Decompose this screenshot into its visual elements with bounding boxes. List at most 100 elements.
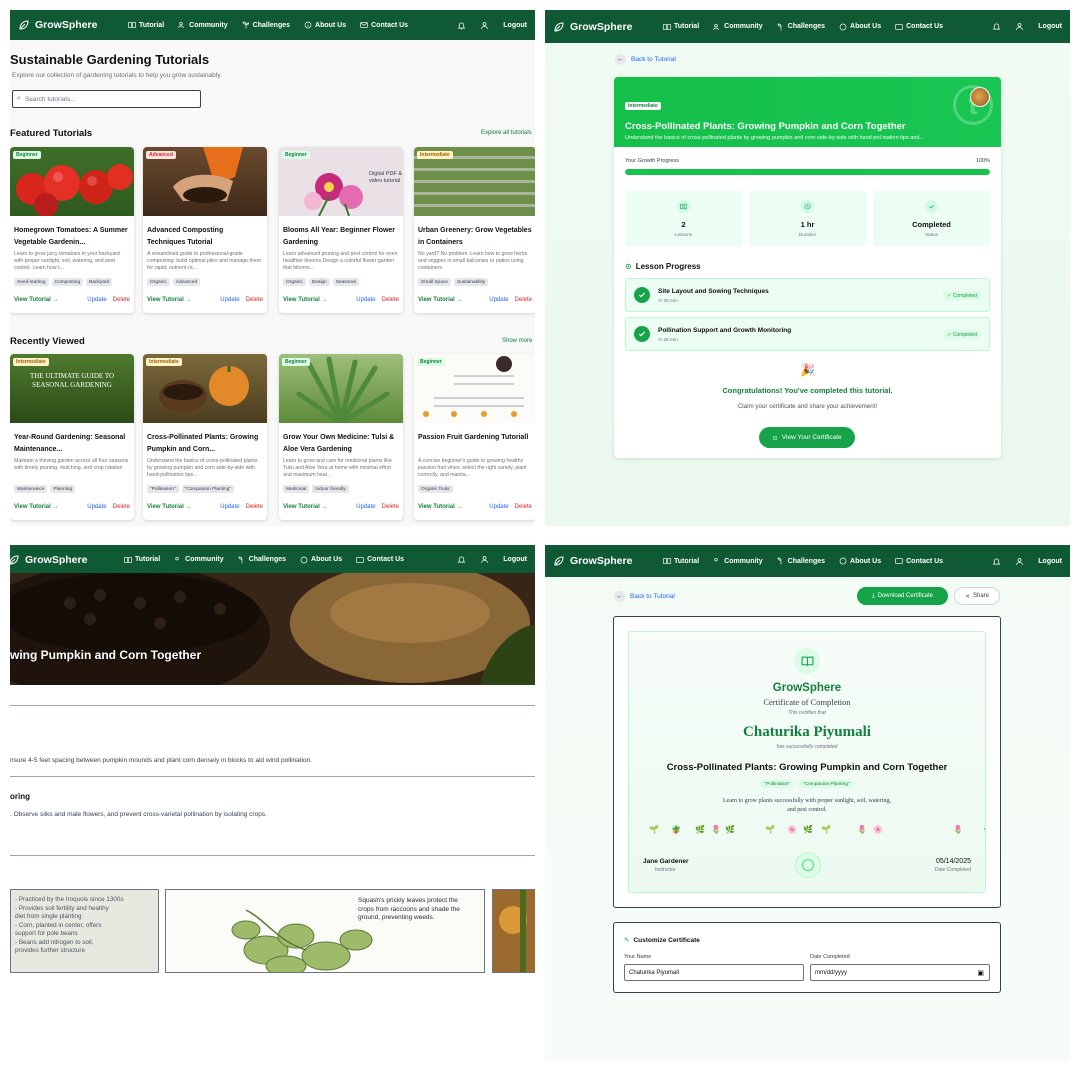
nav-challenges[interactable]: Challenges: [238, 556, 286, 564]
avatar[interactable]: [970, 87, 990, 107]
share-button[interactable]: ⋖ Share: [954, 587, 1000, 605]
nav-challenges[interactable]: Challenges: [242, 21, 290, 29]
update-link[interactable]: Update: [489, 297, 508, 303]
nav-community[interactable]: Community: [713, 557, 763, 565]
nav-contact[interactable]: Contact Us: [356, 556, 404, 564]
congrats-title: Congratulations! You've completed this t…: [722, 386, 893, 395]
logout-button[interactable]: Logout: [503, 22, 527, 29]
update-link[interactable]: Update: [220, 504, 239, 510]
nav-challenges[interactable]: Challenges: [777, 23, 825, 31]
brand[interactable]: GrowSphere: [553, 555, 632, 567]
progress-value: 100%: [975, 158, 990, 164]
view-tutorial-link[interactable]: View Tutorial →: [147, 504, 220, 510]
course-description: Learn to grow plants successfully with p…: [629, 797, 985, 814]
view-tutorial-link[interactable]: View Tutorial →: [147, 297, 220, 303]
name-input[interactable]: Chaturika Piyumali: [624, 964, 804, 981]
tutorial-card[interactable]: Beginner Grow Your Own Medicine: Tulsi &…: [279, 354, 403, 520]
nav-about[interactable]: About Us: [839, 557, 881, 565]
nav-tutorial[interactable]: Tutorial: [663, 23, 699, 31]
nav-challenges[interactable]: Challenges: [777, 557, 825, 565]
user-icon[interactable]: [480, 555, 489, 564]
view-tutorial-link[interactable]: View Tutorial →: [283, 297, 356, 303]
logout-button[interactable]: Logout: [503, 556, 527, 563]
nav-tutorial-label: Tutorial: [674, 23, 700, 30]
update-link[interactable]: Update: [489, 504, 508, 510]
tutorial-card[interactable]: THE ULTIMATE GUIDE TO SEASONAL GARDENING…: [10, 354, 134, 520]
lesson-item[interactable]: Site Layout and Sowing Techniques ⊙ 25 m…: [625, 278, 990, 312]
nav-tutorial[interactable]: Tutorial: [124, 556, 160, 564]
view-tutorial-link[interactable]: View Tutorial →: [418, 504, 489, 510]
search-input[interactable]: ⌕ Search tutorials...: [12, 90, 201, 108]
note-line: - Practiced by the Iroquois since 1300s: [15, 896, 124, 903]
nav-contact[interactable]: Contact Us: [895, 557, 943, 565]
tag: Organic: [147, 278, 170, 286]
update-link[interactable]: Update: [356, 297, 375, 303]
tutorial-card[interactable]: Advanced Advanced Composting Techniques …: [143, 147, 267, 313]
delete-link[interactable]: Delete: [246, 297, 263, 303]
back-to-tutorial[interactable]: ← Back to Tutorial: [615, 54, 676, 65]
view-tutorial-link[interactable]: View Tutorial →: [14, 297, 87, 303]
nav-tutorial[interactable]: Tutorial: [128, 21, 164, 29]
delete-link[interactable]: Delete: [382, 504, 399, 510]
back-to-tutorial[interactable]: ← Back to Tutorial: [614, 591, 675, 602]
view-tutorial-link[interactable]: View Tutorial →: [418, 297, 489, 303]
desc-line: and pest control.: [787, 806, 827, 813]
nav-community[interactable]: Community: [713, 23, 763, 31]
user-icon[interactable]: [1015, 557, 1024, 566]
delete-link[interactable]: Delete: [382, 297, 399, 303]
show-more-link[interactable]: Show more: [502, 338, 532, 344]
nav-about[interactable]: About Us: [839, 23, 881, 31]
update-link[interactable]: Update: [87, 504, 106, 510]
date-input[interactable]: mm/dd/yyyy ▣: [810, 964, 990, 981]
update-link[interactable]: Update: [87, 297, 106, 303]
brand-name: GrowSphere: [570, 20, 633, 33]
view-tutorial-link[interactable]: View Tutorial →: [283, 504, 356, 510]
note-line: support for pole beans: [15, 930, 78, 937]
level-badge: Intermediate: [146, 358, 182, 366]
info-icon: [839, 23, 847, 30]
delete-link[interactable]: Delete: [113, 297, 130, 303]
delete-link[interactable]: Delete: [113, 504, 130, 510]
level-badge: Beginner: [282, 151, 310, 159]
user-icon[interactable]: [480, 21, 489, 30]
lesson-item[interactable]: Pollination Support and Growth Monitorin…: [625, 317, 990, 351]
bell-icon[interactable]: [992, 557, 1001, 566]
completion-date: 05/14/2025: [935, 858, 971, 865]
tutorial-card[interactable]: Beginner Homegrown Tomatoes: A Summer Ve…: [10, 147, 134, 313]
logout-button[interactable]: Logout: [1038, 558, 1062, 565]
view-tutorial-link[interactable]: View Tutorial →: [14, 504, 87, 510]
brand[interactable]: GrowSphere: [553, 21, 632, 33]
download-certificate-button[interactable]: ⤓ Download Certificate: [857, 587, 948, 605]
update-link[interactable]: Update: [220, 297, 239, 303]
brand[interactable]: GrowSphere: [18, 19, 97, 31]
bell-icon[interactable]: [457, 555, 466, 564]
tutorial-card[interactable]: Intermediate Urban Greenery: Grow Vegeta…: [414, 147, 535, 313]
card-title: Homegrown Tomatoes: A Summer Vegetable G…: [14, 227, 128, 246]
nav-community[interactable]: Community: [178, 21, 228, 29]
tutorial-card[interactable]: Beginner Passion Fruit Gardening Tutoria…: [414, 354, 535, 520]
tutorial-card[interactable]: Intermediate Cross-Pollinated Plants: Gr…: [143, 354, 267, 520]
delete-link[interactable]: Delete: [515, 297, 532, 303]
nav-tutorial[interactable]: Tutorial: [663, 557, 699, 565]
users-icon: [178, 22, 184, 29]
nav-contact[interactable]: Contact Us: [895, 23, 943, 31]
explore-all-link[interactable]: Explore all tutorials: [481, 130, 532, 136]
bell-icon[interactable]: [992, 22, 1001, 31]
user-icon[interactable]: [1015, 22, 1024, 31]
tag: Organic: [283, 278, 306, 286]
tutorial-card[interactable]: Digital PDF & video tutorial Beginner Bl…: [279, 147, 403, 313]
nav-contact[interactable]: Contact Us: [360, 21, 408, 29]
delete-link[interactable]: Delete: [515, 504, 532, 510]
brand[interactable]: GrowSphere: [10, 554, 87, 566]
update-link[interactable]: Update: [356, 504, 375, 510]
level-badge: Beginner: [13, 151, 41, 159]
nav-about[interactable]: About Us: [304, 21, 346, 29]
logout-button[interactable]: Logout: [1038, 23, 1062, 30]
nav-about[interactable]: About Us: [300, 556, 342, 564]
bell-icon[interactable]: [457, 21, 466, 30]
delete-link[interactable]: Delete: [246, 504, 263, 510]
view-certificate-button[interactable]: ⊙ View Your Certificate: [759, 427, 855, 448]
nav-community[interactable]: Community: [174, 556, 224, 564]
calendar-icon[interactable]: ▣: [977, 969, 984, 977]
brand-name: GrowSphere: [570, 555, 633, 567]
